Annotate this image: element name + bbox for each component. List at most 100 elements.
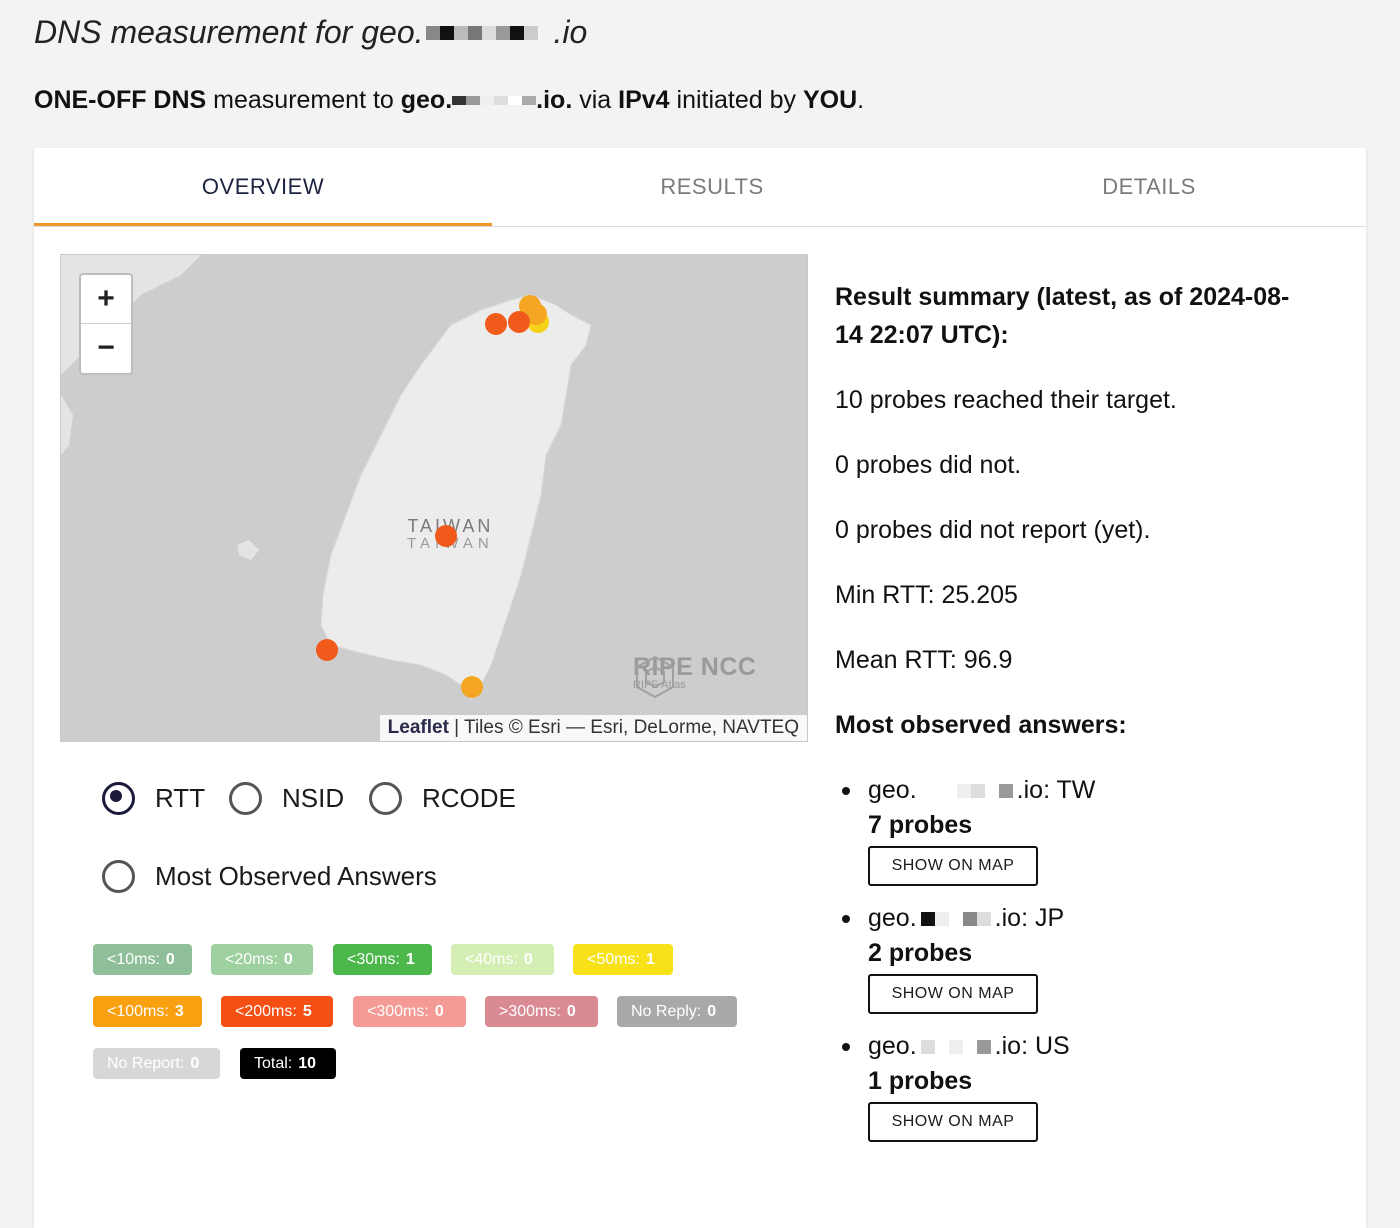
probe-marker[interactable] xyxy=(435,525,457,547)
bullet-icon xyxy=(842,914,850,923)
badge-lt40ms[interactable]: <40ms: 0 xyxy=(451,944,554,975)
summary-not-reached: 0 probes did not. xyxy=(835,451,1022,479)
badge-lt50ms[interactable]: <50ms: 1 xyxy=(573,944,673,975)
probe-marker[interactable] xyxy=(508,311,530,333)
tab-details[interactable]: DETAILS xyxy=(932,148,1366,226)
badge-count: 0 xyxy=(434,1003,444,1020)
redacted-answer xyxy=(956,783,1013,798)
badge-count: 3 xyxy=(174,1003,184,1020)
answers-heading: Most observed answers: xyxy=(835,711,1127,739)
badge-count: 0 xyxy=(707,1003,717,1020)
view-option-rcode[interactable]: RCODE xyxy=(369,782,516,815)
summary-min-rtt: Min RTT: 25.205 xyxy=(835,581,1018,609)
view-option-most-observed[interactable]: Most Observed Answers xyxy=(102,860,437,893)
answer-prefix: geo. xyxy=(868,776,917,804)
answer-probe-count: 2 probes xyxy=(868,939,973,967)
badge-count: 0 xyxy=(190,1055,200,1072)
tab-overview[interactable]: OVERVIEW xyxy=(34,148,492,226)
redacted-target xyxy=(452,96,537,105)
answer-item: geo. .io: US 1 probes SHOW ON MAP xyxy=(842,1032,1242,1142)
map-attribution: Leaflet | Tiles © Esri — Esri, DeLorme, … xyxy=(379,715,807,741)
protocol: IPv4 xyxy=(618,86,670,114)
badge-lt20ms[interactable]: <20ms: 0 xyxy=(211,944,313,975)
badge-label: <30ms: xyxy=(347,951,400,968)
badge-no-report[interactable]: No Report: 0 xyxy=(93,1048,220,1079)
zoom-control: + − xyxy=(79,273,133,375)
subtitle-text: measurement to xyxy=(206,86,401,114)
page-title-suffix: .io xyxy=(553,14,588,50)
measurement-type: ONE-OFF DNS xyxy=(34,86,207,114)
badge-label: <50ms: xyxy=(587,951,640,968)
leaflet-link[interactable]: Leaflet xyxy=(388,717,449,738)
target-suffix: .io. xyxy=(536,86,573,114)
bullet-icon xyxy=(842,1042,850,1051)
badge-lt100ms[interactable]: <100ms: 3 xyxy=(93,996,202,1027)
badge-count: 1 xyxy=(405,951,415,968)
ripe-ncc-logo: RIPE NCC RIPE Atlas xyxy=(633,655,756,699)
answer-prefix: geo. xyxy=(868,904,917,932)
redacted-answer xyxy=(920,911,991,926)
probe-marker[interactable] xyxy=(316,639,338,661)
view-option-nsid[interactable]: NSID xyxy=(229,782,344,815)
probe-map[interactable]: + − TAIWAN TAIWAN RIPE NCC RIPE Atlas Le… xyxy=(60,254,808,742)
show-on-map-button[interactable]: SHOW ON MAP xyxy=(868,1102,1038,1142)
badge-count: 0 xyxy=(283,951,293,968)
badge-no-reply[interactable]: No Reply: 0 xyxy=(617,996,737,1027)
badge-total[interactable]: Total: 10 xyxy=(240,1048,336,1079)
answer-probe-count: 7 probes xyxy=(868,811,973,839)
badge-label: <10ms: xyxy=(107,951,160,968)
target-prefix: geo. xyxy=(400,86,453,114)
badge-label: <200ms: xyxy=(235,1003,297,1020)
zoom-out-button[interactable]: − xyxy=(81,324,131,372)
badge-label: Total: xyxy=(254,1055,293,1072)
badge-label: <100ms: xyxy=(107,1003,169,1020)
badge-lt10ms[interactable]: <10ms: 0 xyxy=(93,944,192,975)
measurement-description: ONE-OFF DNS measurement to geo. .io. via … xyxy=(34,86,864,115)
bullet-icon xyxy=(842,786,850,795)
probe-marker[interactable] xyxy=(485,313,507,335)
summary-not-reported: 0 probes did not report (yet). xyxy=(835,516,1151,544)
nsid-radio[interactable] xyxy=(229,782,262,815)
page-title-prefix: DNS measurement for geo. xyxy=(34,14,424,50)
badge-count: 0 xyxy=(566,1003,576,1020)
redacted-domain xyxy=(425,25,538,40)
badge-lt200ms[interactable]: <200ms: 5 xyxy=(221,996,333,1027)
badge-gt300ms[interactable]: >300ms: 0 xyxy=(485,996,598,1027)
most-observed-label: Most Observed Answers xyxy=(155,861,437,891)
answer-line: geo. .io: JP xyxy=(842,904,1242,933)
zoom-in-button[interactable]: + xyxy=(81,275,131,324)
answer-line: geo. .io: US xyxy=(842,1032,1242,1061)
subtitle-period: . xyxy=(857,86,865,114)
badge-label: <300ms: xyxy=(367,1003,429,1020)
badge-lt30ms[interactable]: <30ms: 1 xyxy=(333,944,432,975)
subtitle-text-via: via xyxy=(572,86,619,114)
view-option-rtt[interactable]: RTT xyxy=(102,782,205,815)
tab-bar: OVERVIEW RESULTS DETAILS xyxy=(34,148,1366,227)
rtt-radio[interactable] xyxy=(102,782,135,815)
rcode-radio[interactable] xyxy=(369,782,402,815)
initiator: YOU xyxy=(802,86,858,114)
subtitle-text-initiated: initiated by xyxy=(669,86,803,114)
badge-count: 10 xyxy=(298,1055,317,1072)
nsid-label: NSID xyxy=(282,783,345,813)
show-on-map-button[interactable]: SHOW ON MAP xyxy=(868,974,1038,1014)
ripe-hexagon-icon xyxy=(636,655,674,699)
tab-results[interactable]: RESULTS xyxy=(492,148,932,226)
answer-item: geo. .io: JP 2 probes SHOW ON MAP xyxy=(842,904,1242,1014)
badge-label: No Report: xyxy=(107,1055,185,1072)
attribution-text: | Tiles © Esri — Esri, DeLorme, NAVTEQ xyxy=(448,717,799,738)
result-summary: Result summary (latest, as of 2024-08-14… xyxy=(835,278,1305,739)
summary-mean-rtt: Mean RTT: 96.9 xyxy=(835,646,1013,674)
badge-label: No Reply: xyxy=(631,1003,702,1020)
most-observed-radio[interactable] xyxy=(102,860,135,893)
answer-item: geo. .io: TW 7 probes SHOW ON MAP xyxy=(842,776,1242,886)
answer-suffix: .io: TW xyxy=(1016,776,1096,804)
show-on-map-button[interactable]: SHOW ON MAP xyxy=(868,846,1038,886)
probe-marker[interactable] xyxy=(461,676,483,698)
answer-suffix: .io: US xyxy=(994,1032,1070,1060)
page-title: DNS measurement for geo. .io xyxy=(34,14,587,51)
badge-lt300ms[interactable]: <300ms: 0 xyxy=(353,996,466,1027)
rtt-label: RTT xyxy=(155,783,206,813)
badge-label: <40ms: xyxy=(465,951,518,968)
badge-count: 0 xyxy=(165,951,175,968)
